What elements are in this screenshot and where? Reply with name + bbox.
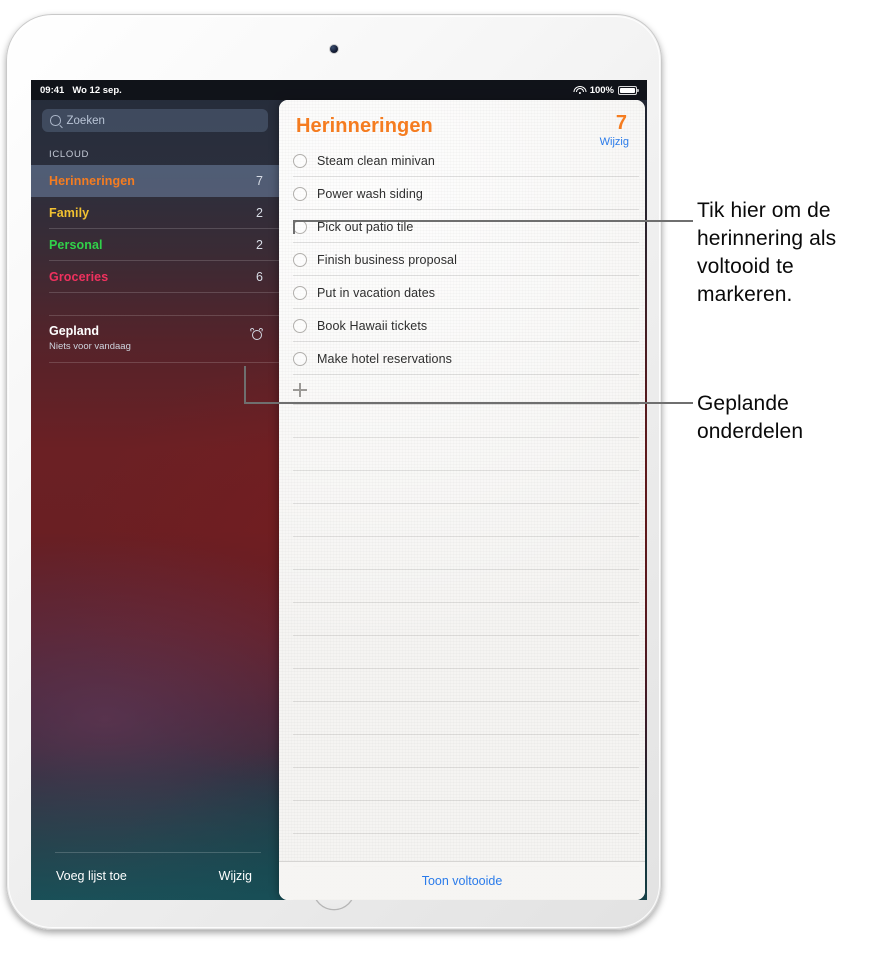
sidebar-item-label: Groceries [49, 270, 109, 284]
front-camera-icon [330, 45, 338, 53]
reminder-checkbox[interactable] [293, 351, 307, 366]
scheduled-subtitle: Niets voor vandaag [49, 341, 131, 352]
add-list-button[interactable]: Voeg lijst toe [31, 869, 127, 883]
divider [49, 362, 279, 363]
list-item[interactable]: Finish business proposal [279, 243, 645, 276]
alarm-clock-icon [249, 327, 264, 341]
divider [49, 292, 279, 293]
sidebar-item-count: 2 [256, 238, 263, 252]
sidebar-item-label: Family [49, 206, 90, 220]
empty-line [279, 438, 645, 471]
ipad-screen: 09:41 Wo 12 sep. 100% Zoeken ICLOUD Heri… [31, 80, 647, 900]
reminder-checkbox[interactable] [293, 285, 307, 300]
empty-line [279, 504, 645, 537]
status-time: 09:41 [40, 84, 65, 96]
empty-line [279, 702, 645, 735]
scheduled-title: Gepland [49, 324, 100, 338]
sidebar-item-count: 6 [256, 270, 263, 284]
page-title: Herinneringen [296, 115, 433, 137]
callout-leader-line-2-horizontal [244, 402, 693, 404]
panel-header: Herinneringen 7 Wijzig [279, 100, 645, 148]
status-date: Wo 12 sep. [72, 84, 122, 96]
callout-leader-line-1-vertical [293, 220, 295, 234]
list-item[interactable]: Power wash siding [279, 177, 645, 210]
add-reminder-row[interactable] [279, 375, 645, 405]
empty-line [279, 636, 645, 669]
sidebar-item-herinneringen[interactable]: Herinneringen 7 [31, 165, 279, 197]
empty-line [279, 669, 645, 702]
search-placeholder: Zoeken [66, 114, 105, 127]
empty-line [279, 570, 645, 603]
battery-full-icon [618, 85, 639, 95]
sidebar-item-groceries[interactable]: Groceries 6 [31, 261, 279, 293]
show-completed-button[interactable]: Toon voltooide [279, 861, 645, 900]
callout-leader-line-1-horizontal [293, 220, 693, 222]
list-item[interactable]: Steam clean minivan [279, 144, 645, 177]
reminder-checkbox[interactable] [293, 318, 307, 333]
reminders-count-badge: 7 [615, 112, 627, 134]
plus-icon [293, 383, 307, 397]
empty-line [279, 603, 645, 636]
search-container: Zoeken [31, 100, 279, 132]
reminder-label: Make hotel reservations [317, 351, 453, 366]
empty-line [279, 801, 645, 834]
divider [49, 315, 279, 316]
scheduled-section: Gepland Niets voor vandaag [31, 315, 279, 363]
ipad-device-frame: 09:41 Wo 12 sep. 100% Zoeken ICLOUD Heri… [6, 14, 662, 930]
sidebar-item-count: 2 [256, 206, 263, 220]
edit-lists-button[interactable]: Wijzig [219, 869, 279, 883]
reminders-list: Steam clean minivan Power wash siding Pi… [279, 144, 645, 900]
sidebar-item-label: Personal [49, 238, 103, 252]
battery-percent-label: 100% [589, 84, 614, 96]
list-item[interactable]: Make hotel reservations [279, 342, 645, 375]
icloud-section-header: ICLOUD [49, 149, 90, 160]
sidebar-item-label: Herinneringen [49, 174, 136, 188]
sidebar-item-family[interactable]: Family 2 [31, 197, 279, 229]
callout-text-mark-completed: Tik hier om de herinnering als voltooid … [697, 199, 837, 306]
search-input[interactable]: Zoeken [42, 109, 268, 132]
sidebar-item-personal[interactable]: Personal 2 [31, 229, 279, 261]
callout-leader-line-2-vertical [244, 366, 246, 404]
sidebar-item-count: 7 [256, 174, 263, 188]
empty-line [279, 735, 645, 768]
empty-line [279, 537, 645, 570]
list-item[interactable]: Put in vacation dates [279, 276, 645, 309]
status-bar: 09:41 Wo 12 sep. 100% [31, 80, 647, 100]
reminder-checkbox[interactable] [293, 186, 307, 201]
reminder-label: Book Hawaii tickets [317, 318, 428, 333]
empty-line [279, 405, 645, 438]
reminder-checkbox[interactable] [293, 252, 307, 267]
reminder-label: Steam clean minivan [317, 153, 435, 168]
reminder-label: Power wash siding [317, 186, 423, 201]
reminder-label: Put in vacation dates [317, 285, 436, 300]
list-item[interactable]: Pick out patio tile [279, 210, 645, 243]
sidebar-toolbar: Voeg lijst toe Wijzig [31, 852, 279, 900]
reminder-checkbox[interactable] [293, 153, 307, 168]
callout-text-scheduled-items: Geplande onderdelen [697, 392, 804, 443]
wifi-icon [573, 85, 587, 95]
search-icon [50, 115, 61, 126]
reminder-label: Finish business proposal [317, 252, 457, 267]
empty-line [279, 768, 645, 801]
sidebar-item-scheduled[interactable]: Gepland Niets voor vandaag [31, 315, 279, 363]
empty-line [279, 471, 645, 504]
list-item[interactable]: Book Hawaii tickets [279, 309, 645, 342]
sidebar: Zoeken ICLOUD Herinneringen 7 Family 2 P… [31, 100, 279, 900]
